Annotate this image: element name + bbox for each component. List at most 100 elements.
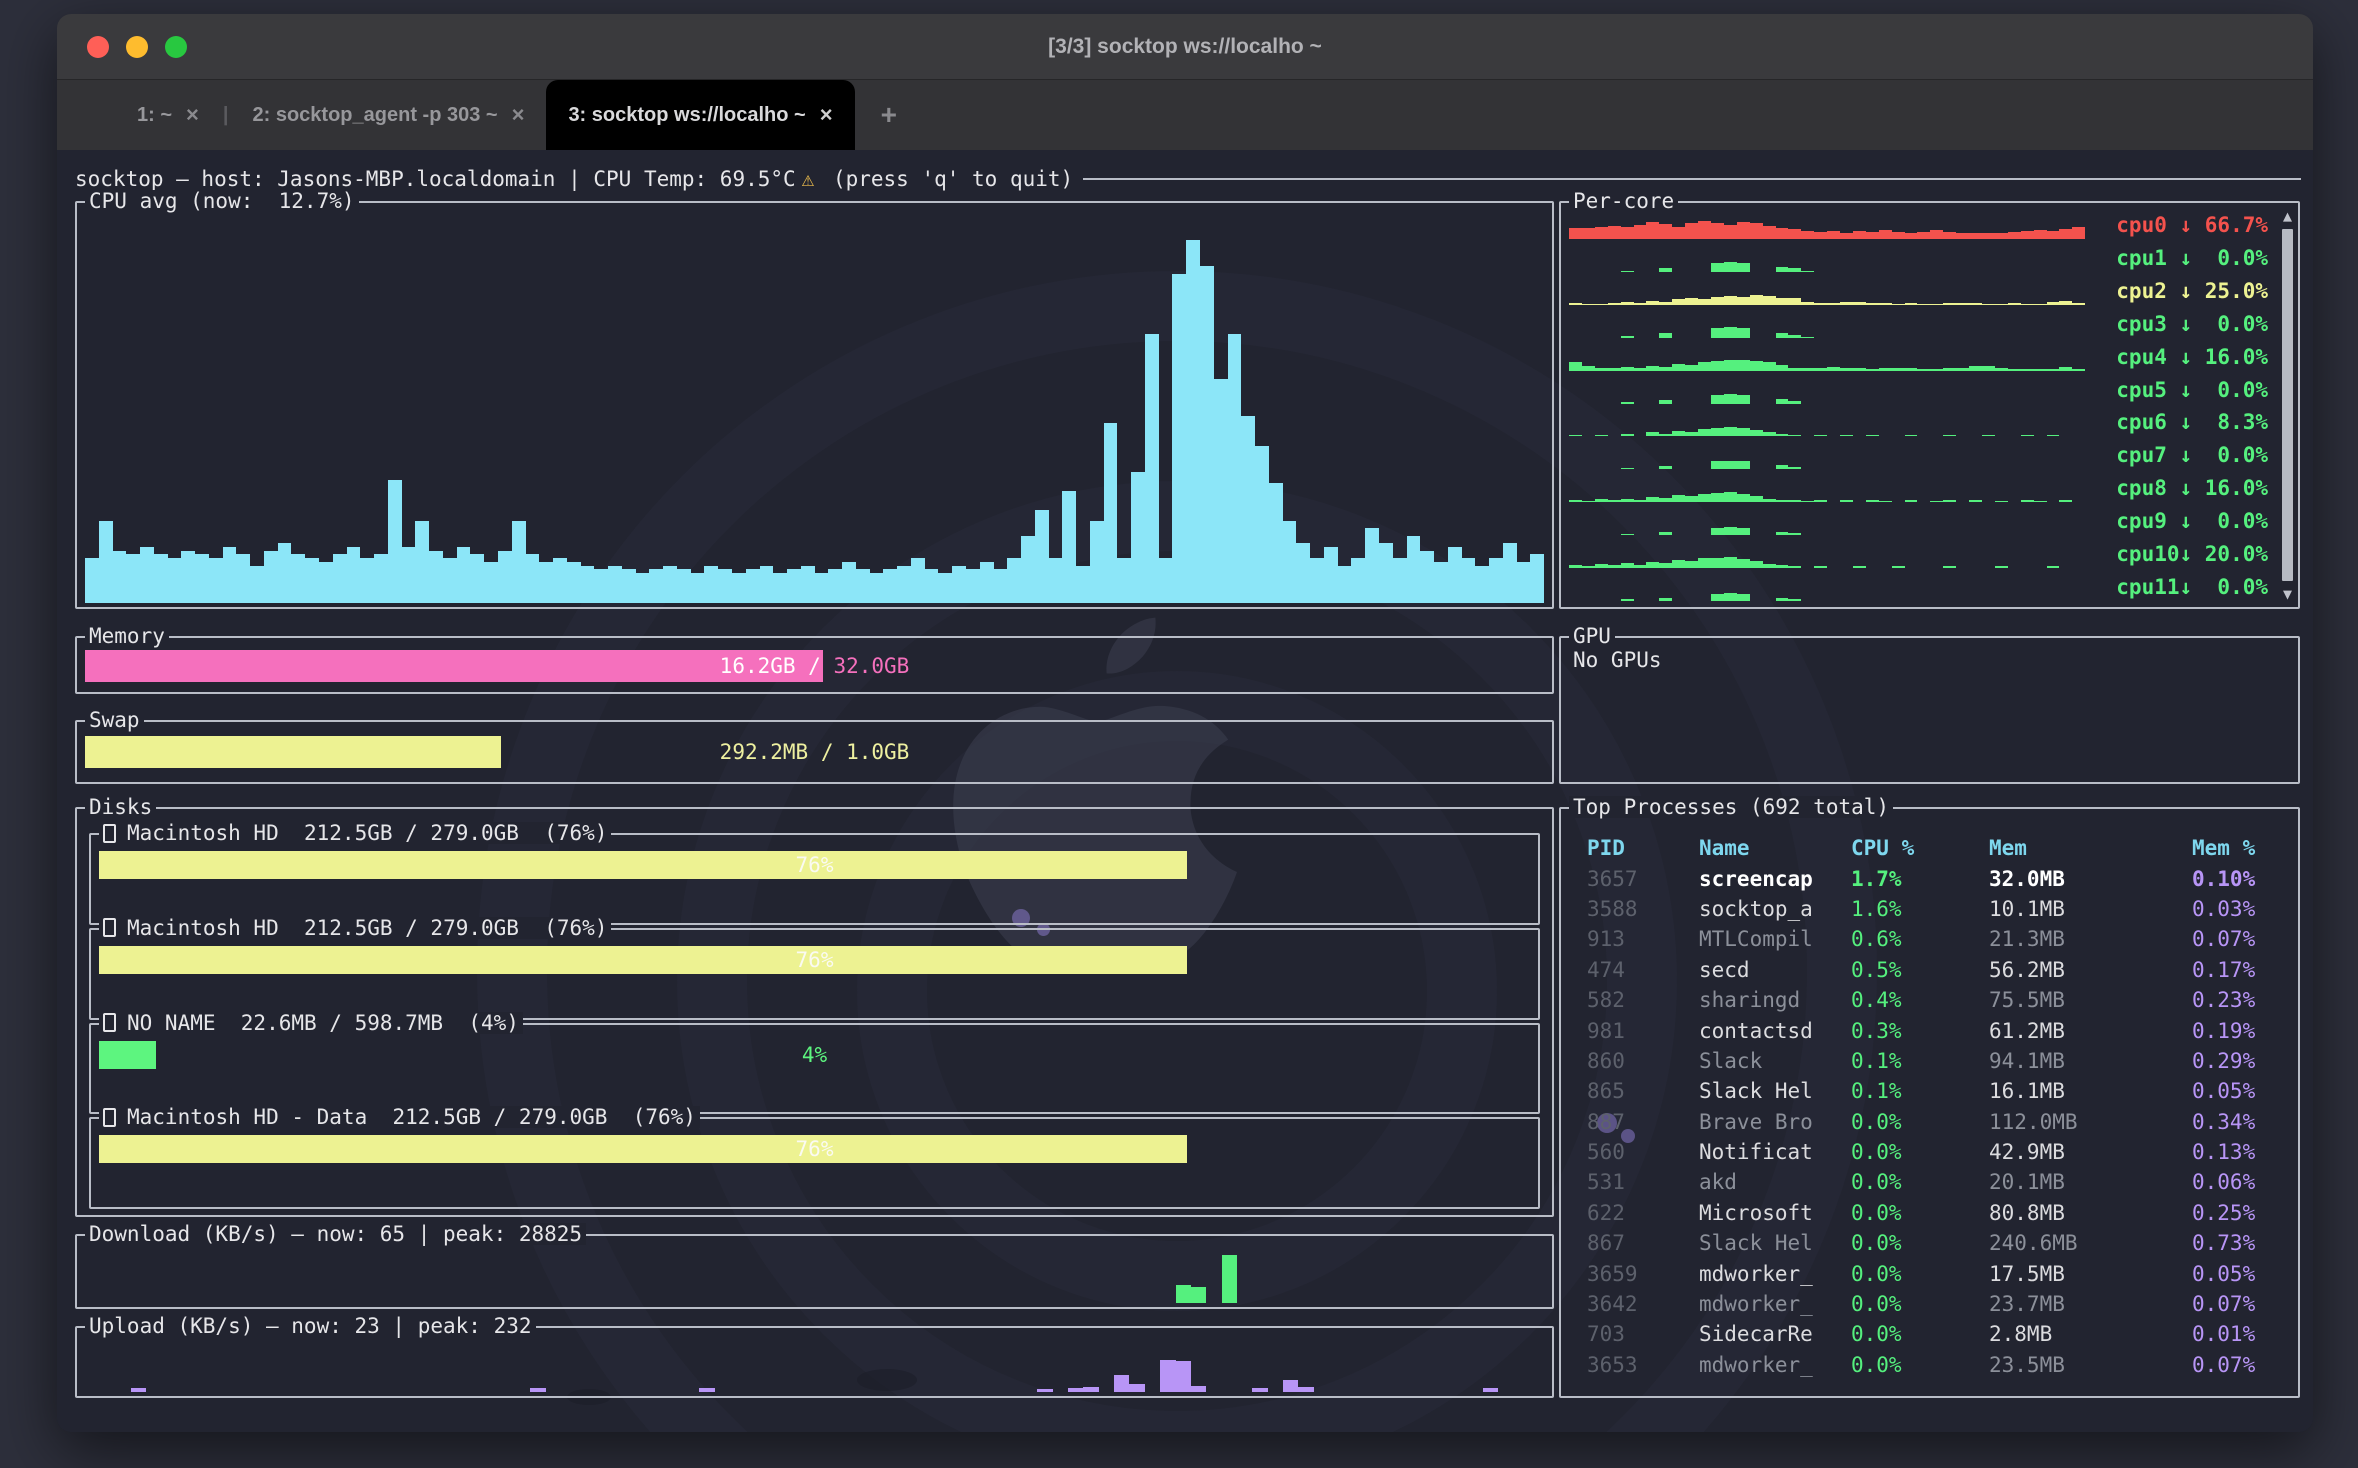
top-processes-panel-title: Top Processes (692 total) [1569,796,1893,818]
disk-gauge: 76% [99,946,1530,974]
disk-icon [103,824,116,843]
spark-bar [1788,435,1801,436]
spark-bar [264,551,278,603]
cell-name: MTLCompil [1699,927,1851,951]
cell-cpu: 0.0% [1851,1231,1989,1255]
spark-bar [1840,302,1853,305]
spark-bar [1117,558,1131,603]
tab-close-icon[interactable]: × [512,102,525,128]
spark-bar [1788,229,1801,240]
disk-title-text: Macintosh HD 212.5GB / 279.0GB (76%) [127,917,607,939]
disk-title-text: Macintosh HD - Data 212.5GB / 279.0GB (7… [127,1106,696,1128]
spark-bar [1750,561,1763,568]
cell-memp: 0.07% [2192,1292,2292,1316]
terminal-content[interactable]: socktop — host: Jasons-MBP.localdomain |… [57,151,2313,1432]
process-table: PID Name CPU % Mem Mem % 3657screencap1.… [1587,833,2292,1380]
spark-bar [1685,223,1698,239]
spark-bar [567,562,581,603]
spark-bar [1776,399,1789,403]
cpu4-sparkline [1569,343,2085,371]
spark-bar [1776,465,1789,469]
spark-bar [1840,435,1853,436]
spark-bar [443,558,457,603]
cell-mem: 56.2MB [1989,958,2192,982]
cpu9-label: cpu9 ↓ 0.0% [2085,509,2272,533]
new-tab-button[interactable]: + [855,99,923,131]
spark-bar [236,554,250,603]
spark-bar [1840,233,1853,240]
spark-bar [1801,302,1814,305]
upload-panel-title: Upload (KB/s) — now: 23 | peak: 232 [85,1315,536,1337]
spark-bar [2072,303,2085,305]
col-header-name: Name [1699,836,1851,860]
spark-bar [1621,563,1634,567]
spark-bar [732,573,746,603]
spark-bar [594,569,608,603]
spark-bar [1595,435,1608,437]
spark-bar [1324,547,1338,603]
spark-bar [1982,233,1995,239]
scrollbar-thumb[interactable] [2282,229,2293,581]
tab-close-icon[interactable]: × [820,102,833,128]
spark-bar [1814,303,1827,305]
spark-bar [1407,536,1421,603]
spark-bar [1582,228,1595,240]
close-window-button[interactable] [87,36,109,58]
disk-icon [103,1013,116,1032]
spark-bar [1672,364,1685,371]
spark-bar [85,558,99,603]
title-bar[interactable]: [3/3] socktop ws://localho ~ [57,14,2313,80]
disk-title: Macintosh HD - Data 212.5GB / 279.0GB (7… [99,1106,700,1128]
minimize-window-button[interactable] [126,36,148,58]
tab-1[interactable]: 1: ~ × [115,80,221,150]
spark-bar [1956,303,1969,305]
memory-sep: / [796,654,834,678]
col-header-mem: Mem [1989,836,2192,860]
per-core-scrollbar[interactable]: ▲ ▼ [2279,207,2296,603]
zoom-window-button[interactable] [165,36,187,58]
spark-bar [1608,368,1621,370]
disk-item-0: Macintosh HD 212.5GB / 279.0GB (76%)76% [89,833,1540,925]
cell-memp: 0.05% [2192,1079,2292,1103]
spark-bar [1801,271,1814,273]
spark-bar [1569,228,1582,239]
spark-bar [1489,558,1503,603]
spark-bar [2047,435,2060,436]
spark-bar [1763,226,1776,239]
tab-2[interactable]: 2: socktop_agent -p 303 ~ × [231,80,547,150]
spark-bar [699,1388,714,1392]
tab-close-icon[interactable]: × [186,102,199,128]
cpu5-sparkline [1569,376,2085,404]
scroll-up-icon[interactable]: ▲ [2283,207,2292,225]
cell-name: akd [1699,1170,1851,1194]
spark-bar [2072,369,2085,371]
cpu-avg-panel-title: CPU avg (now: 12.7%) [85,190,359,212]
tab-3-active[interactable]: 3: socktop ws://localho ~ × [546,80,854,150]
header-rule [1083,178,2301,180]
scroll-down-icon[interactable]: ▼ [2283,585,2292,603]
spark-bar [1763,362,1776,370]
spark-bar [1222,1255,1237,1303]
cell-mem: 23.5MB [1989,1353,2192,1377]
spark-bar [1698,494,1711,502]
cell-mem: 94.1MB [1989,1049,2192,1073]
spark-bar [1892,566,1905,567]
upload-panel: Upload (KB/s) — now: 23 | peak: 232 [75,1326,1554,1398]
cell-pid: 3588 [1587,897,1699,921]
spark-bar [1595,368,1608,371]
cell-pid: 3657 [1587,867,1699,891]
cell-memp: 0.06% [2192,1170,2292,1194]
cell-memp: 0.17% [2192,958,2292,982]
spark-bar [1159,558,1173,603]
cell-cpu: 0.5% [1851,958,1989,982]
spark-bar [1737,461,1750,469]
memory-gauge-label: 16.2GB / 32.0GB [85,650,1544,682]
disk-title-text: NO NAME 22.6MB / 598.7MB (4%) [127,1012,519,1034]
memory-used: 16.2GB [720,654,796,678]
spark-bar [2047,231,2060,239]
spark-bar [677,569,691,603]
spark-bar [1724,296,1737,306]
spark-bar [512,521,526,603]
spark-bar [1062,491,1076,603]
cpu11-label: cpu11↓ 0.0% [2085,575,2272,599]
